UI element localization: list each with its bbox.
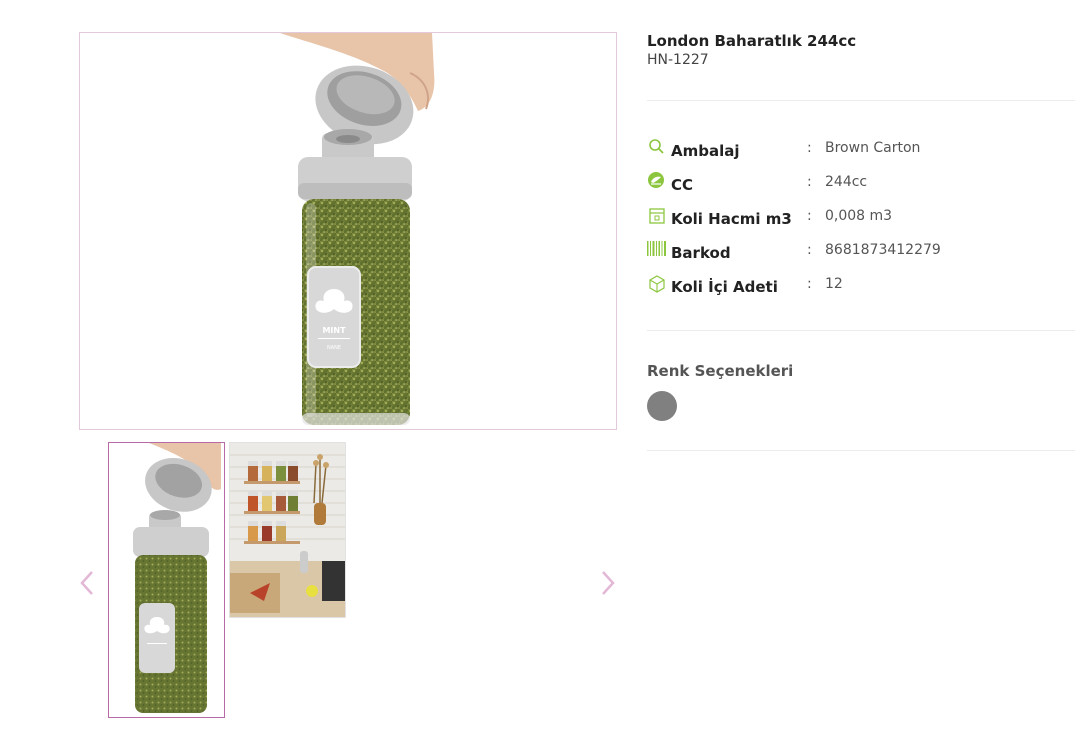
box-icon bbox=[647, 206, 667, 226]
spec-separator: : bbox=[807, 174, 812, 190]
chevron-right-icon bbox=[602, 571, 615, 595]
divider bbox=[647, 330, 1075, 331]
spec-label: Koli İçi Adeti bbox=[671, 278, 778, 296]
product-title: London Baharatlık 244cc bbox=[647, 32, 857, 50]
spec-row-koli-ici-adeti: Koli İçi Adeti : 12 bbox=[647, 274, 1067, 300]
jar-label-subtitle: NANE bbox=[327, 345, 341, 351]
spec-label: Koli Hacmi m3 bbox=[671, 210, 792, 228]
spec-value: 0,008 m3 bbox=[825, 208, 893, 224]
spec-row-cc: CC : 244cc bbox=[647, 172, 1067, 198]
spec-row-barkod: Barkod : 8681873412279 bbox=[647, 240, 1067, 266]
product-code: HN-1227 bbox=[647, 52, 709, 68]
spec-separator: : bbox=[807, 242, 812, 258]
divider bbox=[647, 100, 1075, 101]
spec-separator: : bbox=[807, 208, 812, 224]
spec-value: 8681873412279 bbox=[825, 242, 941, 258]
package-icon bbox=[647, 274, 667, 294]
spec-value: Brown Carton bbox=[825, 140, 921, 156]
thumbnail-jar-hand[interactable] bbox=[108, 442, 225, 718]
magnifier-icon bbox=[647, 138, 667, 158]
spec-label: Barkod bbox=[671, 244, 731, 262]
chevron-left-icon bbox=[80, 571, 93, 595]
barcode-icon bbox=[647, 240, 667, 260]
thumbnail-kitchen-scene[interactable] bbox=[229, 442, 346, 618]
spec-label: CC bbox=[671, 176, 694, 194]
divider bbox=[647, 450, 1075, 451]
spec-value: 12 bbox=[825, 276, 843, 292]
spec-row-ambalaj: Ambalaj : Brown Carton bbox=[647, 138, 1067, 164]
color-options-title: Renk Seçenekleri bbox=[647, 362, 794, 380]
spec-label: Ambalaj bbox=[671, 142, 740, 160]
spec-separator: : bbox=[807, 140, 812, 156]
gallery-next-arrow[interactable] bbox=[597, 566, 619, 600]
spice-jar-image: MINT NANE bbox=[280, 33, 435, 425]
spec-separator: : bbox=[807, 276, 812, 292]
spec-value: 244cc bbox=[825, 174, 868, 190]
spec-row-koli-hacmi: Koli Hacmi m3 : 0,008 m3 bbox=[647, 206, 1067, 232]
thumbnail-kitchen-image bbox=[230, 443, 345, 617]
thumbnail-jar-image bbox=[133, 443, 221, 713]
main-product-image[interactable]: MINT NANE bbox=[79, 32, 617, 430]
cc-leaf-icon bbox=[647, 172, 667, 192]
color-swatch-gray[interactable] bbox=[647, 391, 677, 421]
jar-label-name: MINT bbox=[322, 326, 346, 335]
gallery-prev-arrow[interactable] bbox=[76, 566, 98, 600]
